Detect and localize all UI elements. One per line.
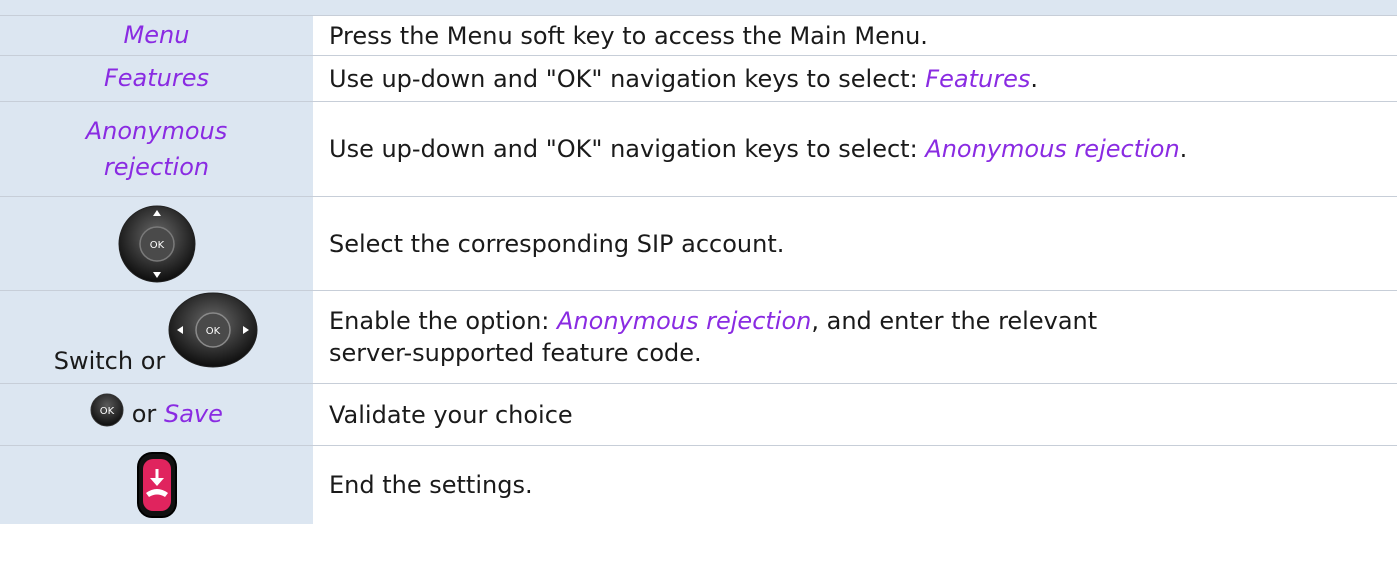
step-description: Press the Menu soft key to access the Ma… [329,21,928,50]
step-description-emphasis: Features [925,64,1031,93]
step-description: End the settings. [329,471,533,499]
step-label: Switch or [53,347,166,375]
step-description-emphasis: Anonymous rejection [557,307,812,335]
step-description-cell: End the settings. [313,445,1397,524]
instructions-table: Menu Press the Menu soft key to access t… [0,15,1397,524]
step-label: Features [103,64,210,92]
end-call-key-icon [136,452,177,518]
step-label-cell: Anonymous rejection [0,101,313,197]
step-description-suffix: , and enter the relevant [811,307,1098,335]
step-description: Validate your choice [329,400,573,429]
table-row: Switch or OK Enable the option: Anonymou… [0,290,1397,384]
step-label-cell: OK or Save [0,383,313,446]
step-description-cell: Use up-down and "OK" navigation keys to … [313,101,1397,197]
step-description-cell: Use up-down and "OK" navigation keys to … [313,55,1397,102]
ok-key-icon: OK [90,393,124,427]
ok-label: OK [100,406,115,417]
ok-navigation-key-left-right-icon: OK [168,292,258,368]
save-softkey-label: Save [163,400,223,428]
step-label-line1: Anonymous [85,117,228,145]
table-row: OK Select the corresponding SIP account. [0,196,1397,291]
step-label-cell: Features [0,55,313,102]
table-row: OK or Save Validate your choice [0,383,1397,446]
step-description-cell: Enable the option: Anonymous rejection, … [313,290,1397,384]
step-description-cell: Select the corresponding SIP account. [313,196,1397,291]
step-label-cell: Switch or OK [0,290,313,384]
ok-label: OK [149,240,164,251]
or-text: or [131,400,157,428]
step-description-text: Use up-down and "OK" navigation keys to … [329,64,926,93]
ok-navigation-key-up-down-icon: OK [118,205,195,282]
step-label-cell: Menu [0,15,313,56]
step-description-cell: Validate your choice [313,383,1397,446]
step-description-suffix: . [1179,135,1188,163]
step-label-cell: OK [0,196,313,291]
step-label: Menu [123,21,190,49]
step-description: Select the corresponding SIP account. [329,229,785,258]
step-description-cell: Press the Menu soft key to access the Ma… [313,15,1397,56]
top-band [0,0,1397,15]
ok-label: OK [206,326,221,337]
table-row: Anonymous rejection Use up-down and "OK"… [0,101,1397,197]
table-row: Features Use up-down and "OK" navigation… [0,55,1397,102]
step-description-emphasis: Anonymous rejection [925,135,1180,163]
step-label-line2: rejection [103,153,210,181]
step-description-line2: server-supported feature code. [329,339,702,367]
table-row: End the settings. [0,445,1397,524]
table-row: Menu Press the Menu soft key to access t… [0,15,1397,56]
step-description-suffix: . [1030,64,1038,93]
step-label-cell [0,445,313,524]
step-description-text: Use up-down and "OK" navigation keys to … [329,135,926,163]
step-description-text: Enable the option: [329,307,557,335]
